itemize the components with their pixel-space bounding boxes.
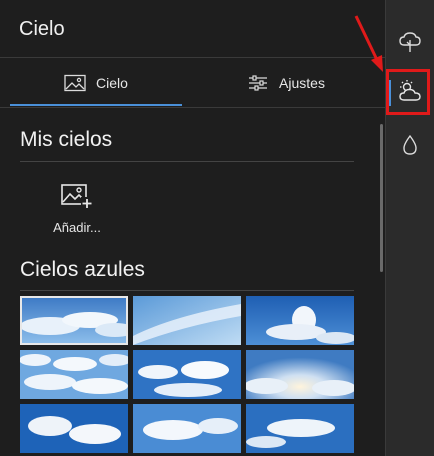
sky-thumb-4[interactable] bbox=[20, 350, 128, 399]
sliders-icon bbox=[247, 74, 269, 92]
tab-cielo-label: Cielo bbox=[96, 74, 128, 91]
active-tab-indicator bbox=[10, 104, 182, 106]
add-image-icon bbox=[60, 182, 94, 210]
tab-ajustes[interactable]: Ajustes bbox=[200, 58, 372, 107]
sky-thumb-5[interactable] bbox=[133, 350, 241, 399]
sky-thumb-7[interactable] bbox=[20, 404, 128, 453]
sky-thumb-1[interactable] bbox=[20, 296, 128, 345]
landscape-tool-button[interactable] bbox=[390, 25, 430, 63]
panel-header: Cielo bbox=[0, 0, 385, 58]
sky-thumb-9[interactable] bbox=[246, 404, 354, 453]
sky-thumb-6[interactable] bbox=[246, 350, 354, 399]
tab-ajustes-label: Ajustes bbox=[279, 74, 325, 91]
image-icon bbox=[64, 74, 86, 92]
tab-bar: Cielo Ajustes bbox=[0, 58, 385, 108]
highlight-box bbox=[386, 69, 430, 115]
section-title-cielos-azules: Cielos azules bbox=[20, 258, 145, 281]
water-drop-icon bbox=[401, 134, 419, 161]
add-sky-label: Añadir... bbox=[53, 220, 101, 235]
section-divider bbox=[20, 290, 354, 291]
sky-panel: Cielo Cielo Ajustes Mis cielos Añadir...… bbox=[0, 0, 385, 456]
sky-thumb-8[interactable] bbox=[133, 404, 241, 453]
panel-scrollbar[interactable] bbox=[380, 124, 383, 272]
sky-thumb-3[interactable] bbox=[246, 296, 354, 345]
section-divider bbox=[20, 161, 354, 162]
sky-thumb-2[interactable] bbox=[133, 296, 241, 345]
annotation-arrow-icon bbox=[354, 15, 383, 72]
tab-cielo[interactable]: Cielo bbox=[10, 58, 182, 107]
section-title-mis-cielos: Mis cielos bbox=[20, 128, 113, 151]
panel-title: Cielo bbox=[19, 18, 65, 40]
color-tool-button[interactable] bbox=[390, 128, 430, 166]
tree-cloud-icon bbox=[398, 31, 422, 58]
add-sky-button[interactable]: Añadir... bbox=[40, 176, 114, 240]
